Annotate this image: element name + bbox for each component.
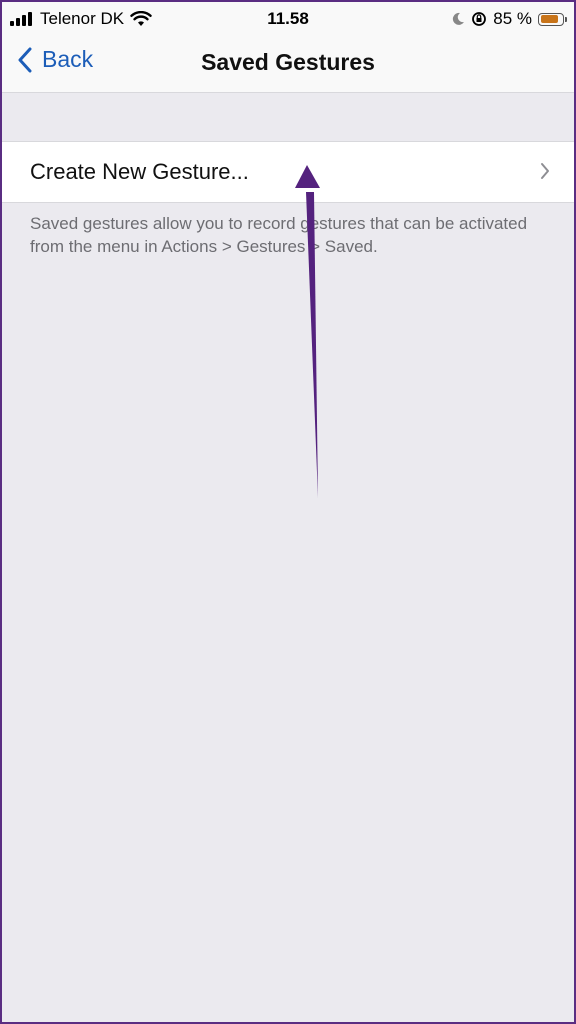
battery-level xyxy=(540,15,559,23)
rotation-lock-icon xyxy=(472,12,487,26)
battery-percentage: 85 % xyxy=(493,9,532,28)
status-right: 85 % xyxy=(445,9,567,29)
battery-icon xyxy=(538,12,567,26)
section-footer-text: Saved gestures allow you to record gestu… xyxy=(30,214,528,256)
status-bar: Telenor DK 11.58 85 % xyxy=(2,2,574,36)
create-new-gesture-row[interactable]: Create New Gesture... xyxy=(2,141,574,203)
screen: Telenor DK 11.58 85 % Back Saved Gesture… xyxy=(0,0,576,1024)
page-title: Saved Gestures xyxy=(201,49,375,75)
create-new-gesture-label: Create New Gesture... xyxy=(30,159,249,184)
navigation-bar: Back Saved Gestures xyxy=(2,36,574,93)
chevron-right-icon xyxy=(541,163,549,179)
moon-icon xyxy=(453,12,465,25)
